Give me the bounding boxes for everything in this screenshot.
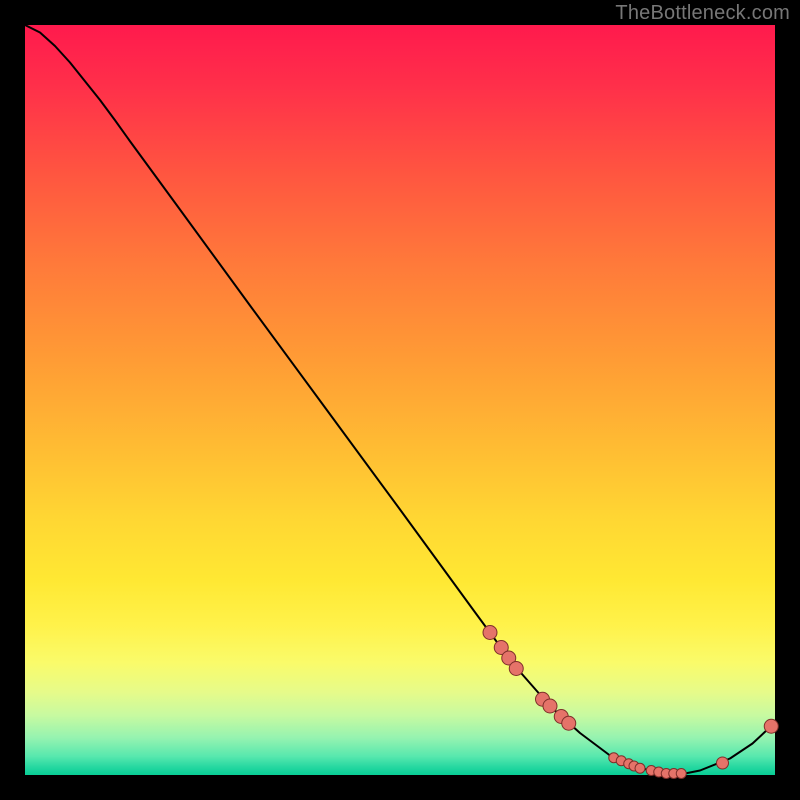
chart-overlay <box>25 25 775 775</box>
curve-marker <box>483 626 497 640</box>
watermark-text: TheBottleneck.com <box>615 2 790 25</box>
curve-marker <box>635 763 645 773</box>
curve-marker <box>764 719 778 733</box>
bottleneck-curve <box>25 25 775 774</box>
curve-marker <box>717 757 729 769</box>
chart-stage: TheBottleneck.com <box>0 0 800 800</box>
curve-marker <box>562 716 576 730</box>
curve-marker <box>676 769 686 779</box>
curve-marker <box>509 662 523 676</box>
plot-area <box>25 25 775 775</box>
curve-marker <box>543 699 557 713</box>
